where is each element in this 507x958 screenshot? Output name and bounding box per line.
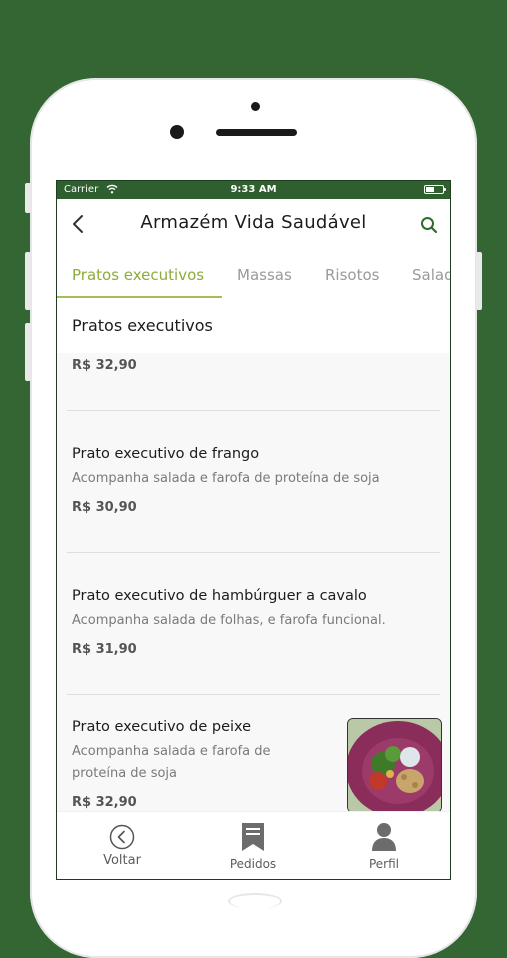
earpiece-speaker — [216, 129, 297, 136]
section-header: Pratos executivos — [57, 299, 450, 353]
proximity-sensor — [251, 102, 260, 111]
item-price: R$ 32,90 — [72, 358, 137, 373]
status-bar: Carrier 9:33 AM — [57, 181, 450, 199]
tabbar-voltar[interactable]: Voltar — [62, 812, 182, 879]
active-tab-indicator — [57, 296, 222, 298]
divider — [67, 410, 440, 411]
nav-bar: Armazém Vida Saudável — [57, 199, 450, 249]
tab-risotos[interactable]: Risotos — [325, 266, 379, 284]
item-title: Prato executivo de hambúrguer a cavalo — [72, 588, 367, 604]
dish-photo — [347, 718, 442, 811]
phone-power-button — [476, 252, 482, 310]
tab-pratos-executivos[interactable]: Pratos executivos — [72, 266, 204, 284]
bottom-tab-bar: Voltar Pedidos Perfil — [57, 811, 450, 879]
tabbar-label: Voltar — [103, 853, 141, 868]
back-chevron-icon[interactable] — [68, 212, 88, 236]
item-title: Prato executivo de peixe — [72, 719, 252, 735]
back-circle-icon — [109, 824, 135, 850]
item-price: R$ 30,90 — [72, 500, 137, 515]
item-description: Acompanha salada de folhas, e farofa fun… — [72, 613, 386, 628]
bookmark-icon — [242, 823, 264, 851]
tab-saladas[interactable]: Salad — [412, 266, 450, 284]
tabbar-perfil[interactable]: Perfil — [324, 812, 444, 879]
front-camera — [170, 125, 184, 139]
item-price: R$ 31,90 — [72, 642, 137, 657]
divider — [67, 552, 440, 553]
item-description: Acompanha salada e farofa de proteína de… — [72, 471, 380, 486]
search-icon[interactable] — [420, 216, 438, 234]
tabbar-label: Pedidos — [229, 857, 277, 871]
menu-list: Pratos executivos R$ 32,90 Prato executi… — [57, 299, 450, 811]
phone-home-area — [228, 893, 282, 909]
item-description: Acompanha salada e farofa de — [72, 744, 271, 759]
phone-volume-up — [25, 252, 31, 310]
phone-silent-switch — [25, 183, 31, 213]
dish-photo-image — [348, 719, 441, 811]
page-title: Armazém Vida Saudável — [140, 212, 367, 233]
status-time: 9:33 AM — [230, 184, 277, 195]
category-tabs: Pratos executivos Massas Risotos Salad — [57, 249, 450, 300]
tabbar-pedidos[interactable]: Pedidos — [193, 812, 313, 879]
user-icon — [372, 823, 396, 851]
item-price: R$ 32,90 — [72, 795, 137, 810]
tab-massas[interactable]: Massas — [237, 266, 292, 284]
battery-icon — [424, 185, 446, 194]
tabbar-label: Perfil — [368, 857, 400, 871]
divider — [67, 694, 440, 695]
item-description: proteína de soja — [72, 766, 177, 781]
section-title: Pratos executivos — [72, 316, 213, 335]
app-screen: Carrier 9:33 AM Armazém Vida Saudável Pr… — [56, 180, 451, 880]
item-title: Prato executivo de frango — [72, 446, 260, 462]
phone-volume-down — [25, 323, 31, 381]
